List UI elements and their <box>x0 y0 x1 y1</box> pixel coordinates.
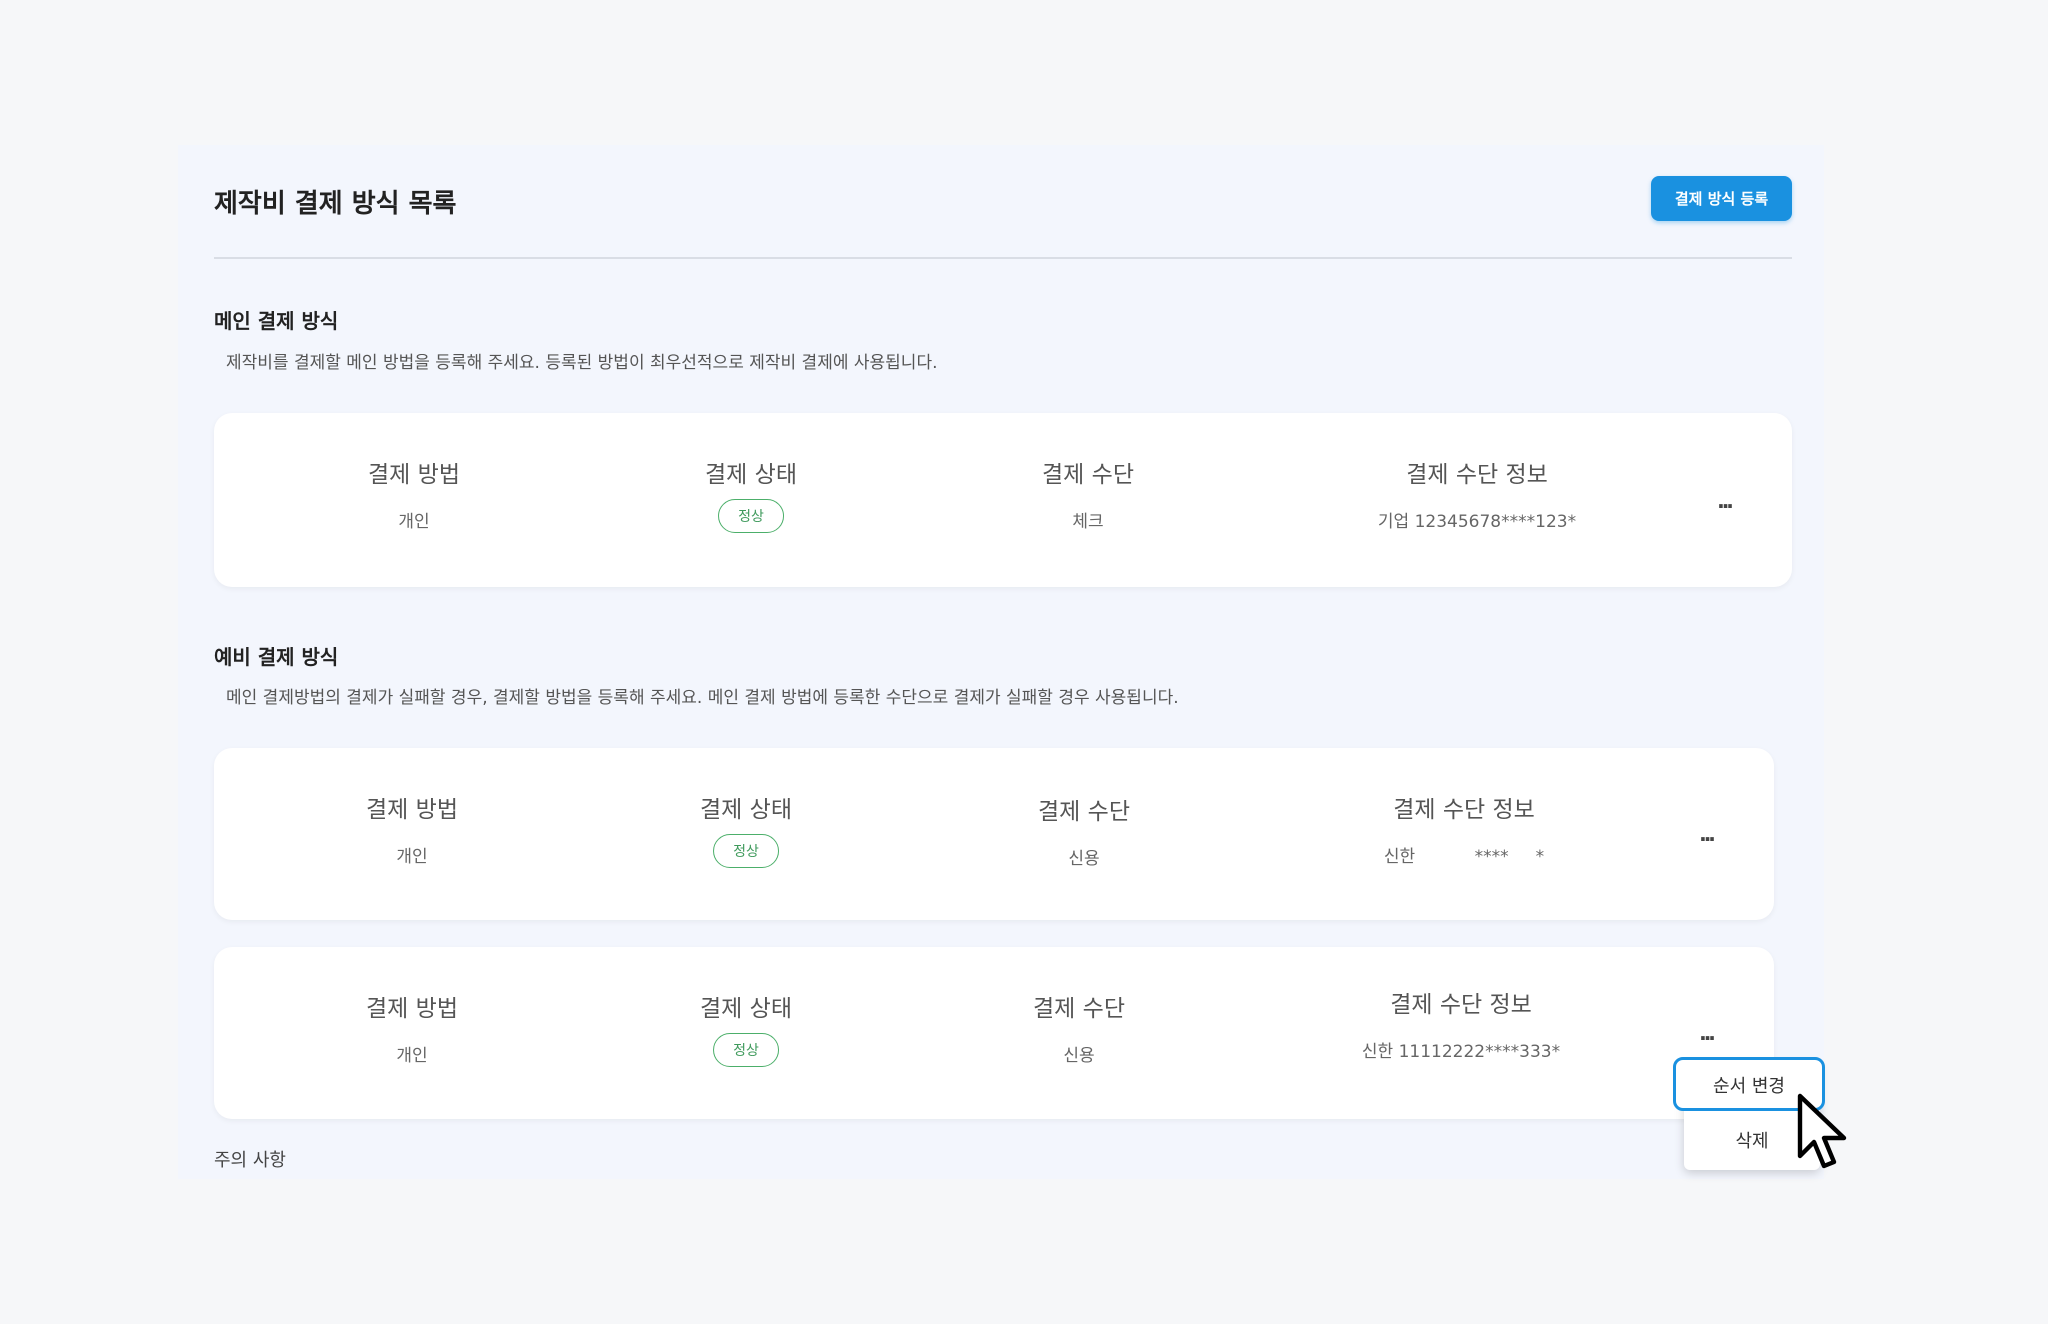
info-column: 결제 수단 정보 신한 11112222****333* <box>1362 985 1560 1062</box>
more-options-button[interactable]: ... <box>1688 1021 1724 1045</box>
header-divider <box>214 257 1792 259</box>
instrument-label: 결제 수단 <box>1038 799 1130 825</box>
main-section-title: 메인 결제 방식 <box>214 309 339 333</box>
instrument-column: 결제 수단 신용 <box>1033 989 1125 1066</box>
instrument-label: 결제 수단 <box>1033 996 1125 1022</box>
instrument-value: 체크 <box>1072 512 1104 532</box>
instrument-column: 결제 수단 신용 <box>1038 792 1130 869</box>
payment-methods-panel: 제작비 결제 방식 목록 결제 방식 등록 메인 결제 방식 제작비를 결제할 … <box>178 145 1824 1179</box>
info-label: 결제 수단 정보 <box>1406 462 1548 488</box>
payment-card-backup-1: 결제 방법 개인 결제 상태 정상 결제 수단 신용 결제 수단 정보 신한 *… <box>214 748 1774 920</box>
payment-card-backup-2: 결제 방법 개인 결제 상태 정상 결제 수단 신용 결제 수단 정보 신한 1… <box>214 947 1774 1119</box>
more-options-button[interactable]: ... <box>1688 822 1724 846</box>
method-value: 개인 <box>398 512 430 532</box>
status-label: 결제 상태 <box>700 797 792 823</box>
method-value: 개인 <box>396 1046 428 1066</box>
info-value: 기업 12345678****123* <box>1377 512 1577 532</box>
status-badge: 정상 <box>712 1033 779 1067</box>
instrument-column: 결제 수단 체크 <box>1042 455 1134 532</box>
info-column: 결제 수단 정보 기업 12345678****123* <box>1378 455 1576 532</box>
notes-title: 주의 사항 <box>214 1150 286 1171</box>
method-label: 결제 방법 <box>366 996 458 1022</box>
info-column: 결제 수단 정보 신한 **** * <box>1384 790 1544 867</box>
method-column: 결제 방법 개인 <box>368 455 460 532</box>
method-label: 결제 방법 <box>366 797 458 823</box>
info-value: 신한 11112222****333* <box>1361 1042 1561 1062</box>
instrument-value: 신용 <box>1063 1046 1095 1066</box>
backup-section-title: 예비 결제 방식 <box>214 645 339 669</box>
status-badge: 정상 <box>717 499 784 533</box>
instrument-value: 신용 <box>1068 849 1100 869</box>
page-title: 제작비 결제 방식 목록 <box>214 189 457 219</box>
status-column: 결제 상태 정상 <box>700 989 792 1067</box>
status-label: 결제 상태 <box>705 462 797 488</box>
main-section-description: 제작비를 결제할 메인 방법을 등록해 주세요. 등록된 방법이 최우선적으로 … <box>226 353 938 373</box>
status-badge: 정상 <box>712 834 779 868</box>
method-label: 결제 방법 <box>368 462 460 488</box>
status-label: 결제 상태 <box>700 996 792 1022</box>
status-column: 결제 상태 정상 <box>705 455 797 533</box>
instrument-label: 결제 수단 <box>1042 462 1134 488</box>
register-payment-method-button[interactable]: 결제 방식 등록 <box>1651 176 1792 221</box>
mouse-cursor-icon <box>1797 1093 1847 1169</box>
info-label: 결제 수단 정보 <box>1393 797 1535 823</box>
status-column: 결제 상태 정상 <box>700 790 792 868</box>
backup-section-description: 메인 결제방법의 결제가 실패할 경우, 결제할 방법을 등록해 주세요. 메인… <box>226 688 1179 708</box>
method-column: 결제 방법 개인 <box>366 989 458 1066</box>
method-column: 결제 방법 개인 <box>366 790 458 867</box>
method-value: 개인 <box>396 847 428 867</box>
info-value: 신한 **** * <box>1383 847 1545 867</box>
more-options-button[interactable]: ... <box>1706 489 1742 513</box>
payment-card-main: 결제 방법 개인 결제 상태 정상 결제 수단 체크 결제 수단 정보 기업 1… <box>214 413 1792 587</box>
info-label: 결제 수단 정보 <box>1390 992 1532 1018</box>
